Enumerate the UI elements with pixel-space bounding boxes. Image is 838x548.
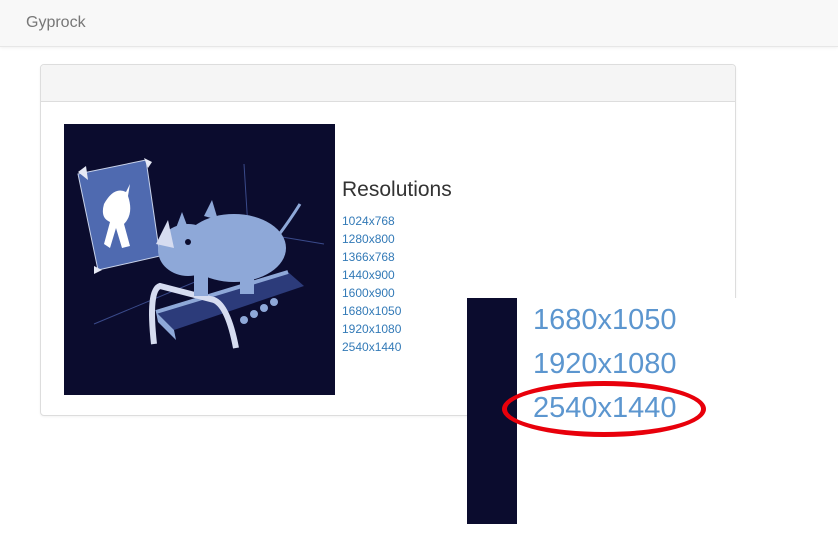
brand-link[interactable]: Gyprock — [26, 14, 86, 32]
list-item: 1024x768 — [342, 212, 401, 230]
list-item: 1680x1050 — [533, 300, 677, 344]
zoom-resolution-link[interactable]: 1680x1050 — [533, 304, 677, 336]
panel-heading — [41, 65, 735, 102]
resolution-link[interactable]: 1920x1080 — [342, 322, 401, 336]
resolutions-heading: Resolutions — [342, 178, 452, 201]
list-item: 2540x1440 — [342, 338, 401, 356]
navbar: Gyprock — [0, 0, 838, 47]
zoom-resolution-link[interactable]: 1920x1080 — [533, 348, 677, 380]
resolutions-list: 1024x768 1280x800 1366x768 1440x900 1600… — [342, 212, 401, 356]
resolution-link[interactable]: 1024x768 — [342, 214, 395, 228]
list-item: 1440x900 — [342, 266, 401, 284]
resolution-link[interactable]: 1680x1050 — [342, 304, 401, 318]
resolution-link[interactable]: 1440x900 — [342, 268, 395, 282]
resolution-link[interactable]: 1600x900 — [342, 286, 395, 300]
resolution-link[interactable]: 2540x1440 — [342, 340, 401, 354]
highlight-circle — [502, 381, 706, 437]
list-item: 1366x768 — [342, 248, 401, 266]
resolution-link[interactable]: 1280x800 — [342, 232, 395, 246]
resolution-link[interactable]: 1366x768 — [342, 250, 395, 264]
list-item: 1280x800 — [342, 230, 401, 248]
list-item: 1680x1050 — [342, 302, 401, 320]
list-item: 1600x900 — [342, 284, 401, 302]
wallpaper-thumbnail[interactable] — [64, 124, 335, 395]
rhino-treadmill-illustration — [77, 158, 325, 349]
list-item: 1920x1080 — [342, 320, 401, 338]
